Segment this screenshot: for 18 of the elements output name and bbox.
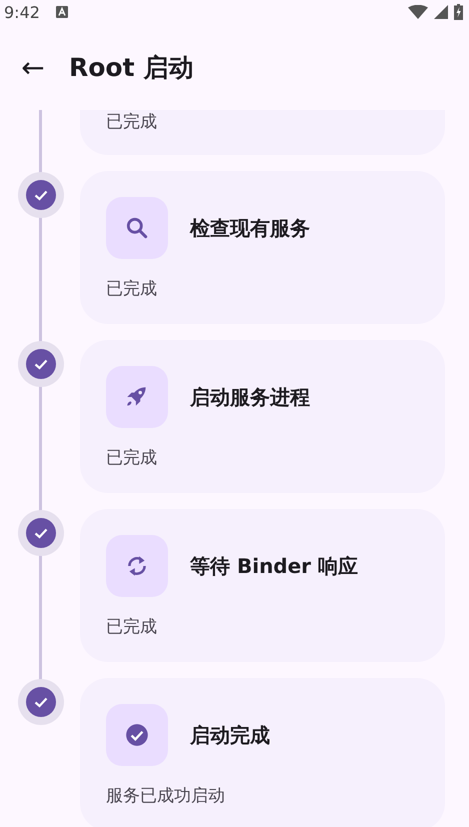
search-icon <box>124 215 150 241</box>
wifi-icon <box>408 5 428 19</box>
check-circle-icon <box>124 722 150 748</box>
status-time: 9:42 <box>4 2 40 22</box>
step-title: 检查现有服务 <box>190 214 310 242</box>
step-status: 已完成 <box>106 111 158 133</box>
step-title: 启动服务进程 <box>190 384 310 410</box>
step-status: 已完成 <box>106 278 158 300</box>
page-title: Root 启动 <box>69 52 194 84</box>
keyboard-icon <box>56 6 68 18</box>
battery-icon <box>454 4 463 20</box>
signal-icon <box>434 5 448 19</box>
step-status: 已完成 <box>106 616 158 638</box>
step-status: 已完成 <box>106 447 158 469</box>
step-status: 服务已成功启动 <box>106 785 226 807</box>
back-button[interactable]: ← <box>9 43 57 91</box>
step-title: 启动完成 <box>190 722 270 748</box>
step-title: 等待 Binder 响应 <box>190 552 358 580</box>
